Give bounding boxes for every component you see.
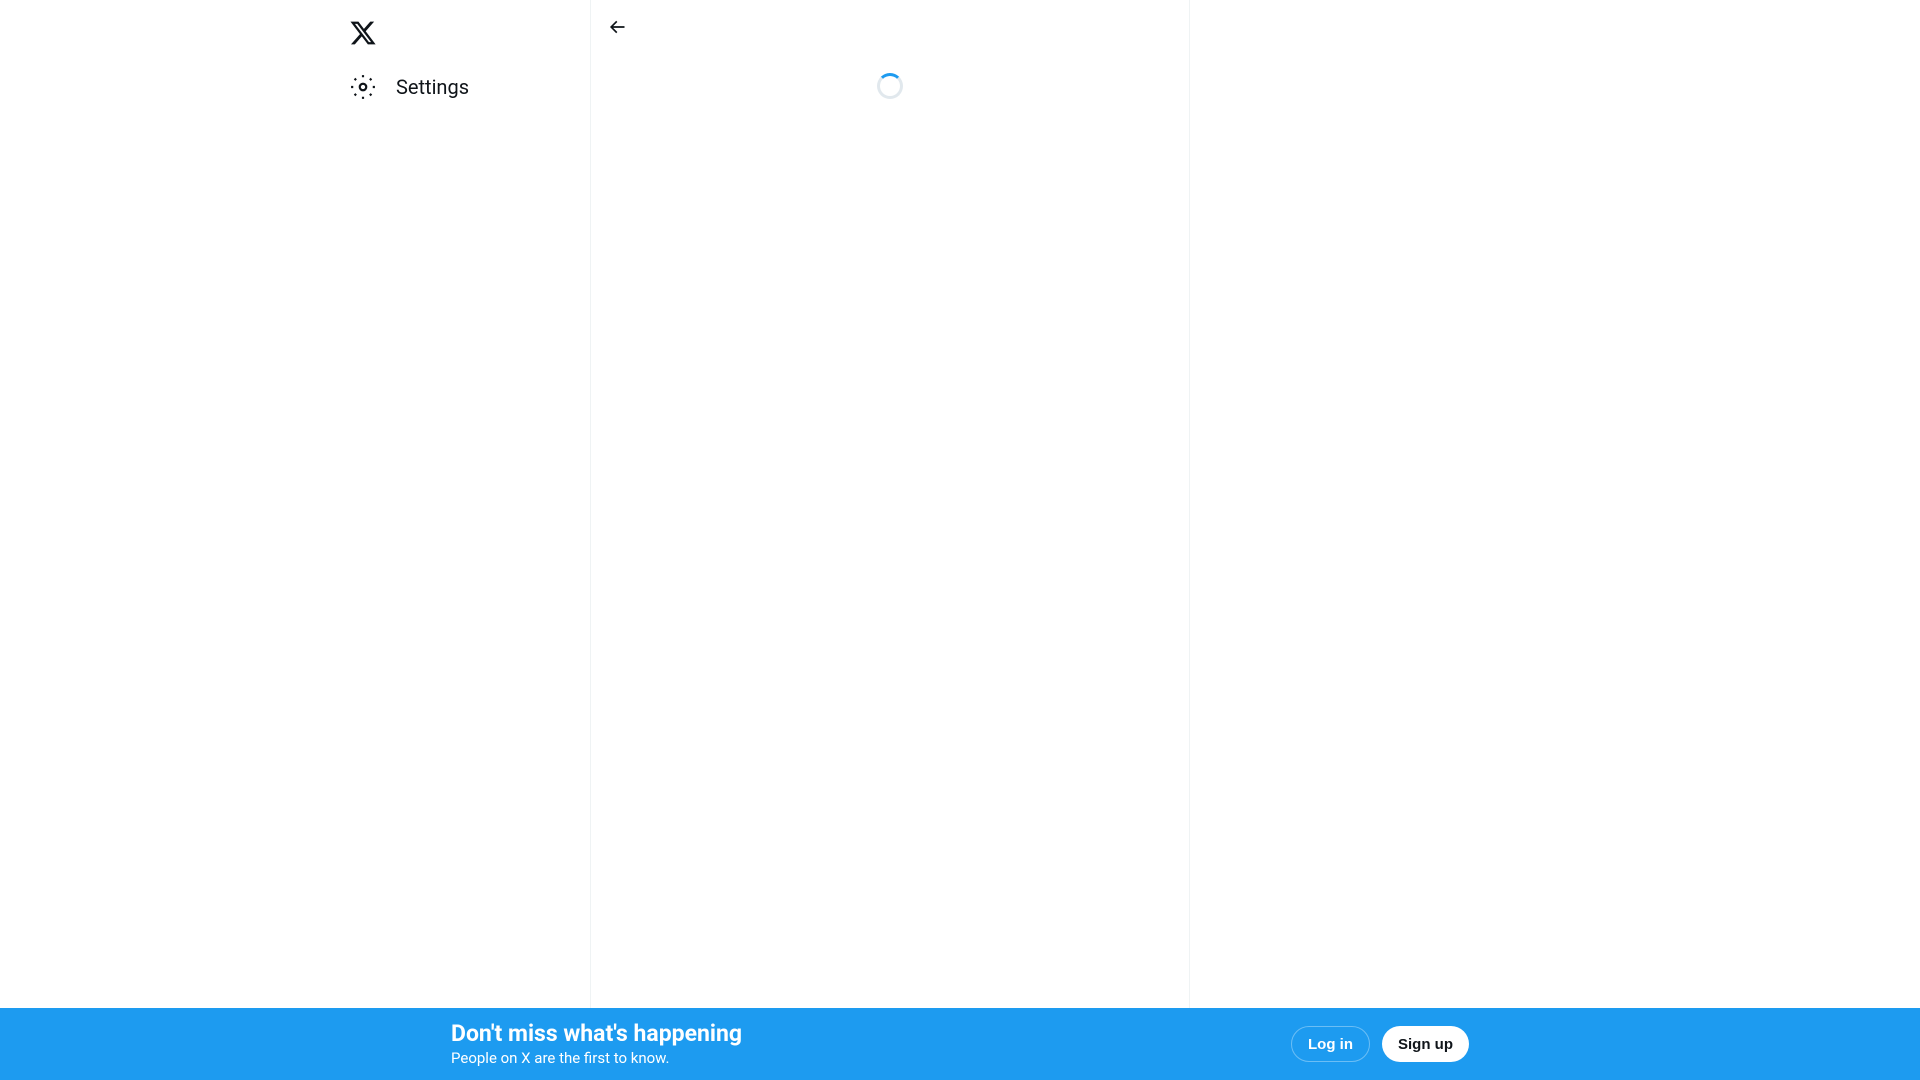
arrow-left-icon [607,17,627,37]
login-button[interactable]: Log in [1291,1026,1370,1062]
back-button[interactable] [599,9,635,45]
x-logo-icon [349,19,377,47]
main-content [590,0,1190,1080]
sidebar-item-label: Settings [396,75,469,99]
loading-container [591,53,1189,99]
sidebar: Settings [330,0,590,1080]
loading-spinner-icon [877,73,903,99]
banner-subtitle: People on X are the first to know. [451,1048,742,1068]
banner-title: Don't miss what's happening [451,1020,742,1048]
signup-button[interactable]: Sign up [1382,1026,1469,1062]
x-logo[interactable] [338,8,388,58]
signup-banner: Don't miss what's happening People on X … [0,1008,1920,1080]
main-header [591,0,1189,53]
gear-icon [350,74,376,100]
sidebar-item-settings[interactable]: Settings [338,62,481,112]
right-column [1190,0,1590,1080]
